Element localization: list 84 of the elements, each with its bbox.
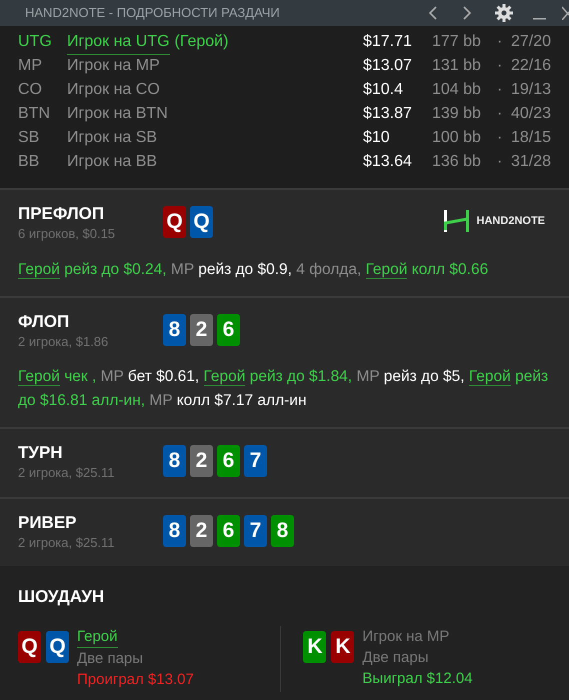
logo-icon	[444, 210, 469, 232]
street-info: 6 игроков, $0.15	[18, 225, 116, 243]
player-stats: 40/23	[510, 104, 552, 124]
separator-dot: ·	[496, 152, 504, 172]
player-name: Игрок на SB	[67, 128, 158, 148]
player-name: Игрок на CO	[67, 80, 160, 100]
player-stats: 22/16	[510, 56, 552, 76]
hero-link[interactable]: Герой	[204, 368, 246, 386]
separator-dot: ·	[496, 128, 504, 148]
playing-card: 8	[163, 314, 186, 346]
separator-dot: ·	[496, 80, 504, 100]
playing-card: 8	[163, 514, 186, 546]
big-blinds: 104 bb	[432, 80, 482, 100]
section-title: ШОУДАУН	[18, 586, 106, 608]
playing-card: 6	[217, 314, 240, 346]
stack-amount: $13.87	[362, 104, 413, 124]
street-title: ПРЕФЛОП	[18, 204, 106, 224]
big-blinds: 131 bb	[432, 56, 482, 76]
player-name: Игрок на BB	[67, 152, 158, 172]
stack-amount: $17.71	[362, 32, 413, 52]
separator-dot: ·	[496, 104, 504, 124]
street-info: 2 игрока, $25.11	[18, 464, 116, 482]
big-blinds: 136 bb	[432, 152, 482, 172]
window-title: HAND2NOTE - ПОДРОБНОСТИ РАЗДАЧИ	[25, 4, 280, 22]
stack-amount: $10.4	[362, 80, 404, 100]
hero-link[interactable]: Герой	[77, 626, 118, 648]
big-blinds: 100 bb	[432, 128, 482, 148]
playing-card: Q	[46, 630, 69, 662]
position-label: CO	[18, 80, 43, 100]
big-blinds: 177 bb	[432, 32, 482, 52]
result-amount: Проиграл $13.07	[77, 670, 194, 690]
playing-card: Q	[190, 206, 213, 238]
street-title: РИВЕР	[18, 512, 78, 532]
playing-card: 2	[190, 445, 213, 477]
player-stats: 31/28	[510, 152, 552, 172]
stack-amount: $10	[362, 128, 391, 148]
player-name: Игрок на BTN	[67, 104, 168, 124]
position-label: UTG	[18, 32, 53, 52]
stack-amount: $13.07	[362, 56, 413, 76]
playing-card: Q	[18, 630, 41, 662]
player-link[interactable]: Игрок на UTG	[67, 30, 170, 54]
street-title: ФЛОП	[18, 312, 70, 332]
playing-card: 6	[217, 514, 240, 546]
previous-icon[interactable]	[429, 6, 437, 20]
playing-card: 2	[190, 314, 213, 346]
hero-tag: (Герой)	[174, 30, 228, 54]
result-amount: Выиграл $12.04	[362, 668, 473, 688]
playing-card: 7	[244, 514, 267, 546]
position-label: MP	[18, 56, 43, 76]
hand-rank: Две пары	[362, 648, 430, 668]
action-line: Герой чек , MP бет $0.61, Герой рейз до $1.84, MP рейз до $5, Герой рейз до $16.81 алл-ин, MP колл $7.17 алл-ин	[18, 367, 550, 411]
position-label: BB	[18, 152, 40, 172]
close-icon[interactable]	[562, 6, 569, 20]
stack-amount: $13.64	[362, 152, 413, 172]
street-info: 2 игрока, $25.11	[18, 534, 116, 552]
position-label: SB	[18, 128, 40, 148]
big-blinds: 139 bb	[432, 104, 482, 124]
settings-icon[interactable]	[495, 4, 513, 22]
playing-card: 7	[244, 445, 267, 477]
separator-dot: ·	[496, 32, 504, 52]
hero-link[interactable]: Герой	[18, 260, 60, 278]
hero-link[interactable]: Герой	[366, 260, 408, 278]
player-name: Игрок на MP	[362, 626, 450, 646]
playing-card: 8	[163, 445, 186, 477]
street-title: ТУРН	[18, 443, 64, 463]
hand-rank: Две пары	[77, 648, 144, 668]
hero-link[interactable]: Герой	[18, 368, 60, 386]
playing-card: Q	[163, 206, 186, 238]
position-label: BTN	[18, 104, 51, 124]
playing-card: K	[331, 630, 354, 662]
separator-dot: ·	[496, 56, 504, 76]
player-stats: 27/20	[510, 32, 552, 52]
next-icon[interactable]	[463, 6, 471, 20]
action-line: Герой рейз до $0.24, MP рейз до $0.9, 4 фолда, Герой колл $0.66	[18, 260, 490, 280]
playing-card: 6	[217, 445, 240, 477]
playing-card: 8	[271, 514, 294, 546]
playing-card: K	[303, 630, 326, 662]
logo-text: HAND2NOTE	[476, 214, 545, 229]
player-stats: 18/15	[510, 128, 552, 148]
hero-link[interactable]: Герой	[468, 368, 511, 386]
playing-card: 2	[190, 514, 213, 546]
street-info: 2 игрока, $1.86	[18, 332, 110, 351]
player-name: Игрок на MP	[67, 56, 160, 76]
player-stats: 19/13	[510, 80, 552, 100]
